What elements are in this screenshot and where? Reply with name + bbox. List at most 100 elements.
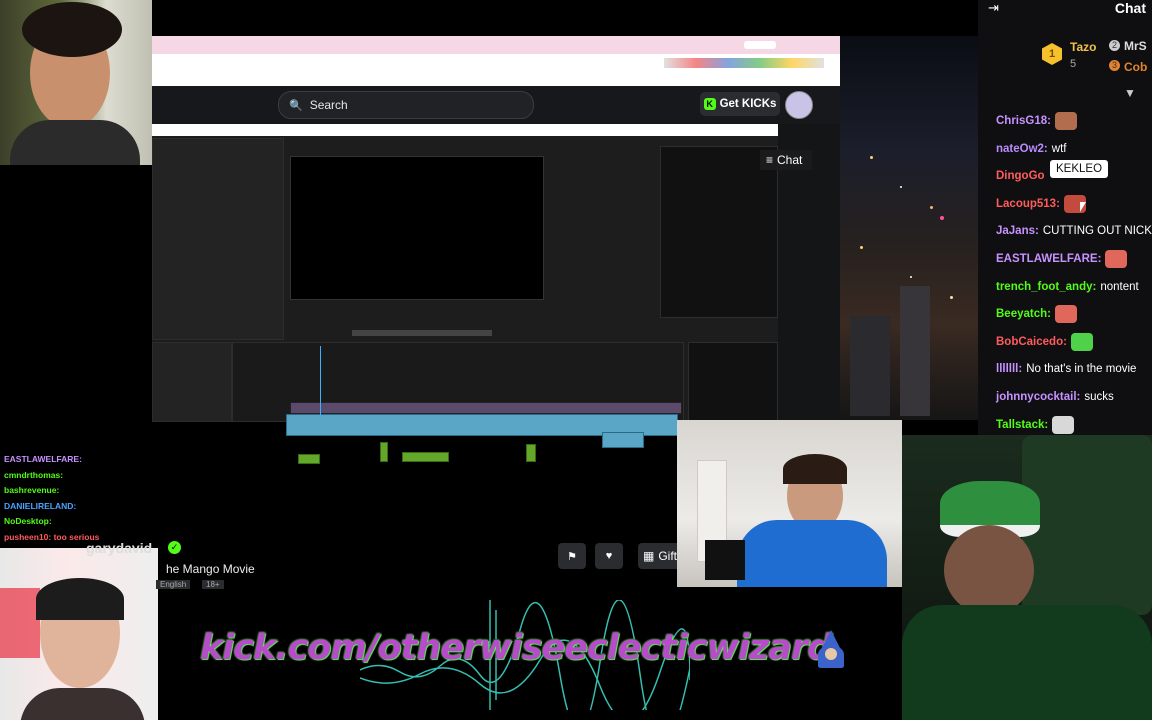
overlay-chat: EASTLAWELFARE: cmndrthomas: bashrevenue: DA… xyxy=(0,428,150,558)
browser-window: 🔍 Search K Get KICKs xyxy=(152,36,840,464)
chat-message: EASTLAWELFARE: xyxy=(996,250,1128,268)
chat-username[interactable]: nateOw2: xyxy=(996,143,1048,155)
overlay-chat-username: bashrevenue: xyxy=(4,485,60,495)
notification-bell-button[interactable]: ⚑ xyxy=(558,543,586,569)
overlay-chat-username: cmndrthomas: xyxy=(4,469,64,480)
follow-heart-button[interactable]: ♥ xyxy=(595,543,623,569)
chat-username[interactable]: JaJans: xyxy=(996,225,1039,237)
kick-header: 🔍 Search K Get KICKs xyxy=(152,86,840,124)
timeline-clip xyxy=(290,402,682,414)
collapse-icon: ≡ xyxy=(766,153,774,167)
project-panel xyxy=(152,342,232,422)
gift-button[interactable]: ▦ Gift xyxy=(638,543,678,569)
chat-message: nateOw2: wtf xyxy=(996,140,1066,158)
timeline-clip xyxy=(380,442,388,462)
playback-controls xyxy=(352,330,492,336)
chat-text: nontent xyxy=(1100,280,1139,293)
chat-emote-icon[interactable] xyxy=(1054,305,1077,324)
stream-info-bar: garydavid ✓ he Mango Movie English 18+ ⚑… xyxy=(86,530,678,590)
rank-badge-icon: 1 xyxy=(1042,43,1062,65)
timeline-clip xyxy=(526,444,536,462)
overlay-chat-username: EASTLAWELFARE: xyxy=(4,454,82,464)
mouse-cursor-icon xyxy=(1080,202,1086,212)
chat-panel: ⇥ Chat 1 Tazo 5 2 MrS 3 Cob ▼ ChrisG18: n… xyxy=(978,0,1152,435)
wizard-icon xyxy=(812,630,848,668)
search-icon: 🔍 xyxy=(289,99,303,112)
rank-badge-icon: 3 xyxy=(1109,60,1120,71)
chat-message: johnnycocktail: sucks xyxy=(996,388,1114,406)
webcam-center-right xyxy=(677,420,902,587)
rank-badge-icon: 2 xyxy=(1109,40,1120,51)
chat-emote-icon[interactable] xyxy=(1052,415,1075,434)
chat-username[interactable]: EASTLAWELFARE: xyxy=(996,253,1101,265)
chat-message: DingoGo xyxy=(996,167,1045,185)
gaming-chair xyxy=(1022,435,1152,615)
chat-username[interactable]: ChrisG18: xyxy=(996,115,1051,127)
playhead xyxy=(320,346,321,416)
browser-tab-bar[interactable] xyxy=(152,36,840,54)
chat-emote-icon[interactable] xyxy=(1105,250,1128,268)
chat-message: ChrisG18: xyxy=(996,112,1077,130)
stream-tag[interactable]: English xyxy=(156,580,191,589)
leaderboard-name[interactable]: Cob xyxy=(1124,60,1147,74)
timeline-clip xyxy=(298,454,320,464)
chat-message: JaJans: CUTTING OUT NICK xyxy=(996,222,1152,240)
city-night-background xyxy=(840,36,978,420)
streamer-face xyxy=(944,525,1034,615)
chat-message: trench_foot_andy: nontent xyxy=(996,278,1139,296)
chat-username[interactable]: DingoGo xyxy=(996,170,1045,182)
search-placeholder: Search xyxy=(309,98,348,112)
webcam-bottom-right xyxy=(902,435,1152,720)
chat-text: CUTTING OUT NICK xyxy=(1042,225,1152,238)
leaderboard-name[interactable]: Tazo xyxy=(1070,40,1096,54)
verified-icon: ✓ xyxy=(168,541,181,554)
leaderboard-name[interactable]: MrS xyxy=(1124,39,1147,53)
chat-toggle-button[interactable]: ≡ Chat xyxy=(760,150,812,170)
chat-username[interactable]: Beeyatch: xyxy=(996,308,1051,320)
program-monitor xyxy=(290,156,544,300)
scopes-panel xyxy=(660,146,778,318)
streamer-name[interactable]: garydavid xyxy=(86,540,152,556)
chat-message: Lacoup513: xyxy=(996,194,1086,213)
chat-header: ⇥ Chat xyxy=(978,0,1152,16)
search-input[interactable]: 🔍 Search xyxy=(278,91,534,119)
bookmarks-bar[interactable] xyxy=(152,72,840,86)
poster-text xyxy=(0,588,40,658)
stream-tag[interactable]: 18+ xyxy=(202,580,224,589)
leaderboard-count: 5 xyxy=(1070,58,1077,70)
chat-message: BobCaicedo: xyxy=(996,332,1093,351)
effects-panel xyxy=(152,138,284,340)
overlay-chat-username: NoDesktop: xyxy=(4,516,52,526)
chat-text: No that's in the movie xyxy=(1026,363,1137,376)
chat-message: Beeyatch: xyxy=(996,305,1077,324)
chat-title: Chat xyxy=(1114,0,1146,16)
chat-emote-icon[interactable] xyxy=(1070,332,1093,351)
filter-icon[interactable]: ▼ xyxy=(1124,86,1136,100)
gift-icon: ▦ xyxy=(643,549,655,563)
chat-text: sucks xyxy=(1084,391,1114,403)
chat-username[interactable]: Lacoup513: xyxy=(996,198,1060,210)
webcam-top-left xyxy=(0,0,152,165)
chat-message: lllllll: No that's in the movie xyxy=(996,360,1136,378)
chat-text: wtf xyxy=(1051,142,1067,155)
gift-label: Gift xyxy=(658,549,678,563)
stream-title: he Mango Movie xyxy=(166,562,255,576)
premiere-screen-share xyxy=(152,124,778,464)
overlay-chat-username: DANIELIRELAND: xyxy=(4,500,77,511)
collapse-chat-icon[interactable]: ⇥ xyxy=(988,0,999,16)
audio-meter-panel xyxy=(688,342,778,422)
get-kicks-button[interactable]: K Get KICKs xyxy=(700,92,780,116)
chat-message: Tallstack: xyxy=(996,415,1075,434)
timeline-clip xyxy=(602,432,644,448)
premiere-titlebar xyxy=(152,124,778,136)
chat-username[interactable]: lllllll: xyxy=(996,363,1022,375)
user-avatar[interactable] xyxy=(785,91,813,119)
chat-username[interactable]: BobCaicedo: xyxy=(996,336,1067,348)
chat-toggle-label: Chat xyxy=(777,153,803,167)
chat-emote-icon[interactable] xyxy=(1054,112,1077,130)
chat-username[interactable]: johnnycocktail: xyxy=(996,391,1080,403)
chat-username[interactable]: Tallstack: xyxy=(996,419,1048,431)
chat-username[interactable]: trench_foot_andy: xyxy=(996,281,1096,293)
channel-url-overlay: kick.com/otherwiseeclecticwizard xyxy=(200,628,832,668)
timeline-clip xyxy=(402,452,449,462)
